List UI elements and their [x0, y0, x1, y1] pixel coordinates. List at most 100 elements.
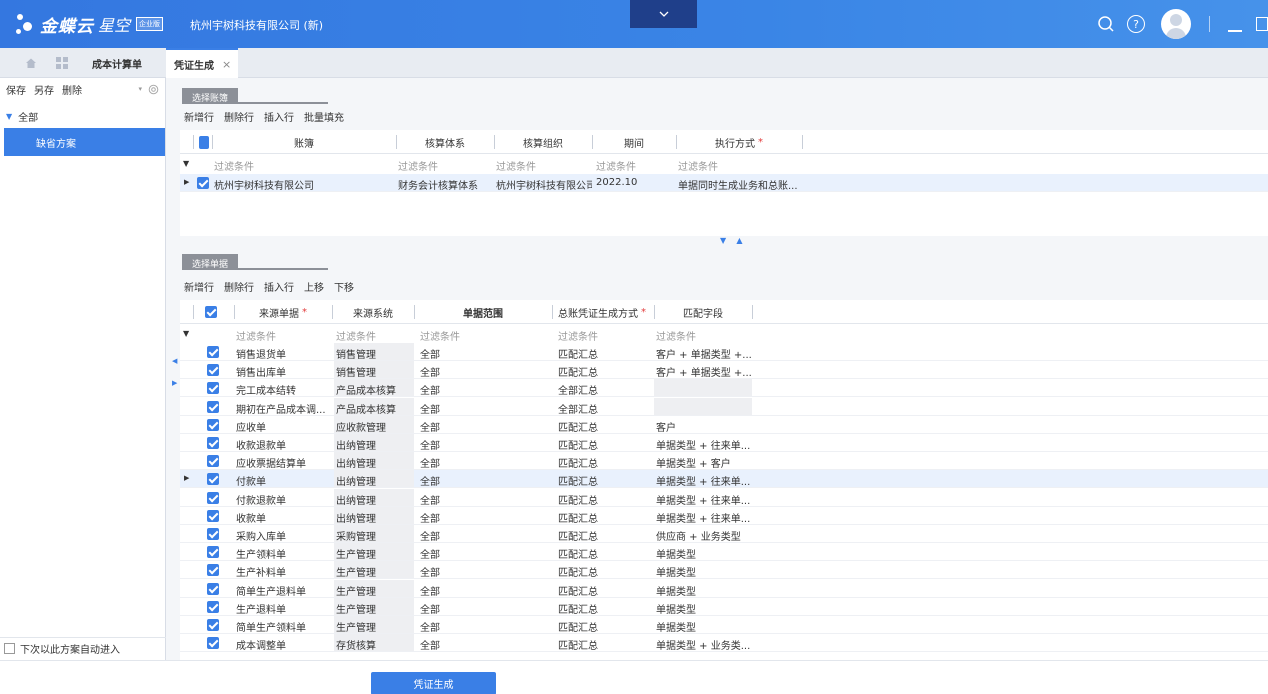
- row-checkbox[interactable]: [207, 510, 219, 522]
- row-checkbox[interactable]: [207, 619, 219, 631]
- cell-range[interactable]: 全部: [420, 455, 550, 470]
- save-button[interactable]: 保存: [6, 82, 26, 97]
- header-period[interactable]: 期间: [592, 130, 676, 154]
- row-checkbox[interactable]: [207, 637, 219, 649]
- row-checkbox[interactable]: [207, 601, 219, 613]
- cell-source-doc[interactable]: 生产补料单: [236, 564, 332, 579]
- table-row[interactable]: 简单生产退料单 生产管理 全部 匹配汇总 单据类型: [180, 580, 1268, 598]
- cell-source-sys[interactable]: 销售管理: [336, 364, 414, 379]
- table-row[interactable]: ▶ 付款单 出纳管理 全部 匹配汇总 单据类型 + 往来单...: [180, 470, 1268, 488]
- row-checkbox[interactable]: [197, 177, 209, 189]
- filter-source-doc[interactable]: 过滤条件: [236, 328, 276, 343]
- cell-source-doc[interactable]: 付款退款单: [236, 492, 332, 507]
- filter-source-sys[interactable]: 过滤条件: [336, 328, 376, 343]
- cell-gen-mode[interactable]: 匹配汇总: [558, 583, 652, 598]
- row-checkbox[interactable]: [207, 564, 219, 576]
- cell-gen-mode[interactable]: 匹配汇总: [558, 619, 652, 634]
- doc-move-up-button[interactable]: 上移: [304, 279, 324, 294]
- cell-period[interactable]: 2022.10: [596, 177, 674, 188]
- cell-gen-mode[interactable]: 匹配汇总: [558, 492, 652, 507]
- table-row[interactable]: 应收单 应收款管理 全部 匹配汇总 客户: [180, 416, 1268, 434]
- book-section-tab[interactable]: 选择账簿: [182, 84, 329, 104]
- table-row[interactable]: 生产补料单 生产管理 全部 匹配汇总 单据类型: [180, 561, 1268, 579]
- header-source-doc[interactable]: 来源单据 *: [234, 300, 332, 324]
- tab-cost-calc[interactable]: 成本计算单: [92, 48, 142, 78]
- cell-source-doc[interactable]: 生产领料单: [236, 546, 332, 561]
- cell-gen-mode[interactable]: 匹配汇总: [558, 528, 652, 543]
- table-row[interactable]: 收款单 出纳管理 全部 匹配汇总 单据类型 + 往来单...: [180, 507, 1268, 525]
- cell-source-sys[interactable]: 出纳管理: [336, 492, 414, 507]
- book-add-row-button[interactable]: 新增行: [184, 109, 214, 124]
- cell-source-sys[interactable]: 生产管理: [336, 546, 414, 561]
- cell-source-doc[interactable]: 生产退料单: [236, 601, 332, 616]
- row-checkbox[interactable]: [207, 419, 219, 431]
- cell-range[interactable]: 全部: [420, 492, 550, 507]
- cell-range[interactable]: 全部: [420, 473, 550, 488]
- cell-match[interactable]: 客户: [656, 419, 752, 434]
- cell-range[interactable]: 全部: [420, 583, 550, 598]
- table-row[interactable]: 销售退货单 销售管理 全部 匹配汇总 客户 + 单据类型 +...: [180, 343, 1268, 361]
- cell-source-sys[interactable]: 产品成本核算: [336, 382, 414, 397]
- cell-system[interactable]: 财务会计核算体系: [398, 177, 492, 192]
- header-accounting-org[interactable]: 核算组织: [494, 130, 592, 154]
- cell-source-sys[interactable]: 采购管理: [336, 528, 414, 543]
- home-icon[interactable]: [25, 57, 37, 69]
- header-exec-mode[interactable]: 执行方式 *: [676, 130, 802, 154]
- cell-match[interactable]: 单据类型 + 客户: [656, 455, 752, 470]
- row-checkbox[interactable]: [207, 492, 219, 504]
- cell-gen-mode[interactable]: 匹配汇总: [558, 637, 652, 652]
- generate-voucher-button[interactable]: 凭证生成: [371, 672, 496, 694]
- book-delete-row-button[interactable]: 删除行: [224, 109, 254, 124]
- pane-collapse-arrows[interactable]: ◀ ▶: [172, 350, 177, 394]
- cell-source-sys[interactable]: 出纳管理: [336, 473, 414, 488]
- cell-gen-mode[interactable]: 匹配汇总: [558, 437, 652, 452]
- table-row[interactable]: 应收票据结算单 出纳管理 全部 匹配汇总 单据类型 + 客户: [180, 452, 1268, 470]
- header-gen-mode[interactable]: 总账凭证生成方式 *: [552, 300, 652, 324]
- cell-match[interactable]: 单据类型 + 业务类...: [656, 637, 752, 652]
- minimize-icon[interactable]: [1228, 30, 1242, 32]
- help-icon[interactable]: ?: [1127, 15, 1145, 33]
- cell-exec[interactable]: 单据同时生成业务和总账...: [678, 177, 802, 192]
- cell-range[interactable]: 全部: [420, 546, 550, 561]
- cell-range[interactable]: 全部: [420, 364, 550, 379]
- cell-match[interactable]: 单据类型: [656, 564, 752, 579]
- cell-gen-mode[interactable]: 匹配汇总: [558, 546, 652, 561]
- cell-source-sys[interactable]: 销售管理: [336, 346, 414, 361]
- row-checkbox[interactable]: [207, 437, 219, 449]
- filter-org[interactable]: 过滤条件: [496, 158, 536, 173]
- save-as-button[interactable]: 另存: [34, 82, 54, 97]
- cell-match[interactable]: 客户 + 单据类型 +...: [656, 346, 752, 361]
- cell-source-sys[interactable]: 存货核算: [336, 637, 414, 652]
- cell-source-doc[interactable]: 成本调整单: [236, 637, 332, 652]
- filter-gen-mode[interactable]: 过滤条件: [558, 328, 598, 343]
- book-batch-fill-button[interactable]: 批量填充: [304, 109, 344, 124]
- cell-range[interactable]: 全部: [420, 528, 550, 543]
- avatar[interactable]: [1161, 9, 1191, 39]
- cell-range[interactable]: 全部: [420, 637, 550, 652]
- cell-source-doc[interactable]: 简单生产领料单: [236, 619, 332, 634]
- cell-gen-mode[interactable]: 匹配汇总: [558, 346, 652, 361]
- cell-source-sys[interactable]: 出纳管理: [336, 437, 414, 452]
- filter-exec[interactable]: 过滤条件: [678, 158, 718, 173]
- cell-org[interactable]: 杭州宇树科技有限公司: [496, 177, 592, 192]
- cell-source-sys[interactable]: 出纳管理: [336, 455, 414, 470]
- cell-source-doc[interactable]: 付款单: [236, 473, 332, 488]
- table-row[interactable]: 生产领料单 生产管理 全部 匹配汇总 单据类型: [180, 543, 1268, 561]
- table-row[interactable]: 付款退款单 出纳管理 全部 匹配汇总 单据类型 + 往来单...: [180, 489, 1268, 507]
- cell-source-sys[interactable]: 应收款管理: [336, 419, 414, 434]
- cell-source-doc[interactable]: 收款单: [236, 510, 332, 525]
- close-icon[interactable]: ×: [222, 58, 231, 71]
- cell-match[interactable]: 供应商 + 业务类型: [656, 528, 752, 543]
- cell-source-doc[interactable]: 销售退货单: [236, 346, 332, 361]
- cell-gen-mode[interactable]: 匹配汇总: [558, 564, 652, 579]
- settings-icon[interactable]: [148, 84, 159, 95]
- auto-enter-checkbox[interactable]: [4, 643, 15, 654]
- row-checkbox[interactable]: [207, 346, 219, 358]
- splitter-toggle[interactable]: ▼ ▲: [720, 236, 742, 245]
- cell-gen-mode[interactable]: 匹配汇总: [558, 601, 652, 616]
- cell-range[interactable]: 全部: [420, 419, 550, 434]
- cell-match[interactable]: 单据类型: [656, 583, 752, 598]
- doc-delete-row-button[interactable]: 删除行: [224, 279, 254, 294]
- cell-gen-mode[interactable]: 匹配汇总: [558, 455, 652, 470]
- header-accounting-system[interactable]: 核算体系: [396, 130, 494, 154]
